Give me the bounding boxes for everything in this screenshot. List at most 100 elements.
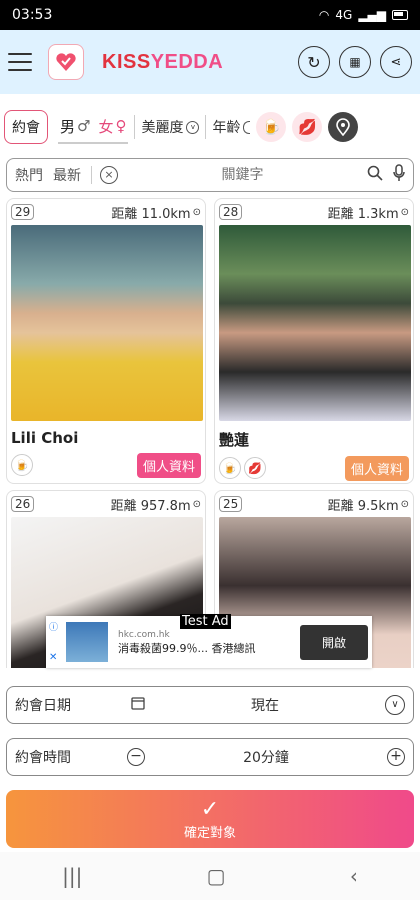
status-time: 03:53 — [12, 7, 53, 23]
chevron-down-icon[interactable]: ∨ — [385, 695, 405, 715]
system-nav-bar: ||| ▢ ‹ — [0, 852, 420, 900]
distance-text: 距離 1.3km — [327, 206, 399, 222]
sort-hot[interactable]: 熱門 — [15, 165, 43, 185]
refresh-icon: ↻ — [307, 52, 321, 72]
time-label: 約會時間 — [15, 750, 71, 766]
ad-badge: Test Ad — [180, 614, 231, 629]
female-label[interactable]: 女 — [98, 116, 113, 137]
clear-icon[interactable]: × — [100, 166, 118, 184]
profile-card[interactable]: 29 距離 11.0km ⊙ Lili Choi 🍺 個人資料 — [6, 198, 206, 484]
profile-button[interactable]: 個人資料 — [344, 455, 409, 481]
menu-icon[interactable] — [8, 53, 32, 71]
age-badge: 25 — [219, 496, 243, 512]
age-label: 年齡 — [212, 120, 241, 136]
date-value: 現在 — [251, 698, 279, 714]
plus-icon[interactable]: + — [387, 748, 405, 766]
date-row[interactable]: 約會日期 現在 ∨ — [6, 686, 414, 724]
time-row[interactable]: 約會時間 − 20分鐘 + — [6, 738, 414, 776]
check-icon: ✓ — [200, 797, 220, 822]
status-bar: 03:53 ◠ 4G ▂▄▆ — [0, 0, 420, 30]
qr-button[interactable]: ▦ — [339, 46, 371, 78]
ad-text-block[interactable]: hkc.com.hk 消毒殺菌99.9％... 香港總訊 — [118, 628, 300, 656]
divider — [205, 115, 207, 139]
time-value: 20分鐘 — [243, 750, 289, 766]
date-chip[interactable]: 約會 — [4, 110, 48, 144]
location-pin-icon: ⊙ — [400, 206, 409, 218]
divider — [91, 166, 92, 184]
location-pin-icon: ⊙ — [192, 206, 201, 218]
back-icon[interactable]: ‹ — [350, 864, 358, 888]
location-pin-icon: ⊙ — [192, 498, 201, 510]
female-icon: ♀ — [115, 117, 127, 135]
lips-icon: 💋 — [244, 457, 266, 479]
search-bar: 熱門 最新 × — [6, 158, 414, 192]
filter-bar: 約會 男 ♂ 女 ♀ 美麗度 v 年齡 🍺 💋 — [0, 104, 420, 150]
confirm-button[interactable]: ✓ 確定對象 — [6, 790, 414, 848]
divider — [134, 115, 136, 139]
ad-open-button[interactable]: 開啟 — [299, 624, 368, 660]
recents-icon[interactable]: ||| — [62, 864, 82, 888]
ad-image[interactable] — [66, 622, 108, 662]
calendar-icon[interactable] — [131, 696, 145, 714]
confirm-label: 確定對象 — [183, 826, 236, 841]
signal-icon: ▂▄▆ — [358, 8, 386, 22]
distance-text: 距離 9.5km — [327, 498, 399, 514]
age-badge: 29 — [11, 204, 35, 220]
chevron-icon — [243, 120, 251, 134]
location-button[interactable] — [328, 112, 359, 142]
profile-photo[interactable] — [219, 225, 411, 421]
microphone-icon[interactable] — [393, 164, 405, 186]
beauty-label: 美麗度 — [141, 120, 184, 136]
gender-filter[interactable]: 男 ♂ 女 ♀ — [58, 110, 129, 144]
wifi-icon: ◠ — [318, 8, 330, 22]
app-logo — [48, 44, 84, 80]
distance: 距離 11.0km ⊙ — [111, 203, 201, 222]
profile-button[interactable]: 個人資料 — [136, 452, 201, 478]
beauty-filter[interactable]: 美麗度 v — [141, 117, 200, 137]
beer-icon: 🍺 — [219, 457, 241, 479]
location-pin-icon: ⊙ — [400, 498, 409, 510]
distance: 距離 1.3km ⊙ — [328, 203, 409, 222]
beer-icon: 🍺 — [11, 454, 33, 476]
location-pin-icon — [336, 118, 351, 136]
search-icon[interactable] — [367, 165, 383, 185]
app-brand: KISSYEDDA — [102, 51, 223, 74]
kiss-filter-button[interactable]: 💋 — [292, 112, 323, 142]
distance-text: 距離 957.8m — [110, 498, 191, 514]
profile-name: 艷蓮 — [219, 431, 250, 449]
distance-text: 距離 11.0km — [111, 206, 191, 222]
profile-photo[interactable] — [11, 225, 203, 421]
ad-banner[interactable]: ⓘ ✕ Test Ad hkc.com.hk 消毒殺菌99.9％... 香港總訊… — [46, 614, 372, 668]
refresh-button[interactable]: ↻ — [298, 46, 330, 78]
male-icon: ♂ — [77, 117, 91, 135]
profile-card[interactable]: 28 距離 1.3km ⊙ 艷蓮 🍺 💋 個人資料 — [214, 198, 414, 484]
search-input[interactable] — [118, 166, 367, 184]
close-icon[interactable]: ✕ — [49, 652, 57, 663]
profile-grid: 29 距離 11.0km ⊙ Lili Choi 🍺 個人資料 28 距離 1.3km ⊙… — [6, 198, 414, 668]
beer-icon: 🍺 — [262, 118, 281, 136]
age-badge: 28 — [219, 204, 243, 220]
distance: 距離 9.5km ⊙ — [328, 495, 409, 514]
home-icon[interactable]: ▢ — [207, 864, 226, 888]
date-label: 約會日期 — [15, 698, 71, 714]
brand-part-1: KISS — [102, 50, 151, 73]
ad-host: hkc.com.hk — [118, 630, 170, 640]
male-label[interactable]: 男 — [60, 116, 75, 137]
chevron-down-icon: v — [186, 120, 200, 134]
minus-icon[interactable]: − — [127, 748, 145, 766]
info-icon[interactable]: ⓘ — [49, 620, 58, 633]
share-button[interactable]: ⋖ — [380, 46, 412, 78]
qr-icon: ▦ — [349, 55, 361, 69]
sort-new[interactable]: 最新 — [53, 165, 81, 185]
age-badge: 26 — [11, 496, 35, 512]
status-icons: ◠ 4G ▂▄▆ — [319, 8, 408, 22]
lips-icon: 💋 — [298, 118, 317, 136]
app-bar: KISSYEDDA ↻ ▦ ⋖ — [0, 30, 420, 94]
share-icon: ⋖ — [390, 54, 402, 70]
age-filter[interactable]: 年齡 — [212, 117, 251, 137]
beer-filter-button[interactable]: 🍺 — [256, 112, 287, 142]
profile-name: Lili Choi — [11, 429, 79, 447]
battery-icon — [392, 10, 408, 20]
ad-text: 消毒殺菌99.9％... 香港總訊 — [118, 642, 256, 655]
signal-label: 4G — [335, 8, 353, 22]
